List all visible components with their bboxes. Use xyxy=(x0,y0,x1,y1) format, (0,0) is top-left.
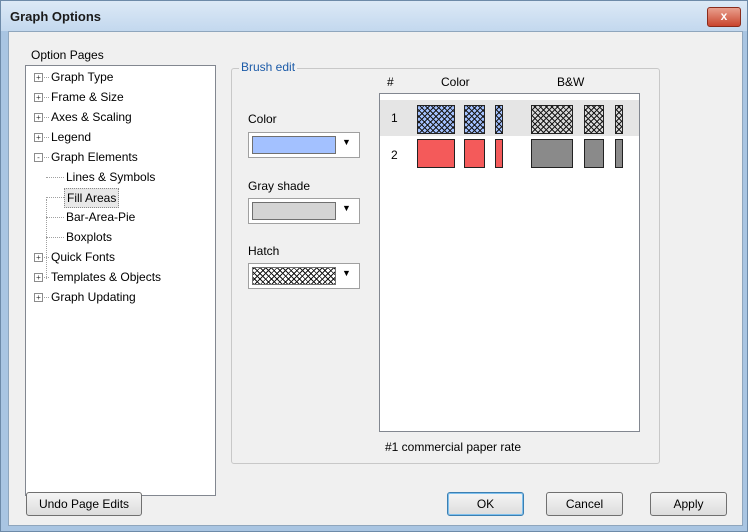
tree-item-label: Axes & Scaling xyxy=(51,110,132,124)
swatch-bw-small xyxy=(615,105,623,134)
tree-expander-icon[interactable]: + xyxy=(34,73,43,82)
swatch-color-large xyxy=(417,139,455,168)
swatch-color-small xyxy=(495,139,503,168)
chevron-down-icon[interactable]: ▼ xyxy=(342,203,351,213)
swatch-bw-small xyxy=(615,139,623,168)
tree-item-label: Lines & Symbols xyxy=(66,170,156,184)
swatch-bw-large xyxy=(531,105,573,134)
tree-item-label: Quick Fonts xyxy=(51,250,116,264)
tree-connector xyxy=(46,199,47,279)
swatch-color-medium xyxy=(464,105,485,134)
swatch-color-large xyxy=(417,105,455,134)
swatch-bw-medium xyxy=(584,105,604,134)
tree-expander-icon[interactable]: - xyxy=(34,153,43,162)
tree-item-label-selected: Fill Areas xyxy=(64,188,120,208)
tree-item-label: Boxplots xyxy=(66,230,113,244)
option-pages-tree[interactable]: + Graph Type + Frame & Size + Axes & Sca… xyxy=(25,65,216,496)
color-label: Color xyxy=(248,112,277,126)
preview-row-number: 2 xyxy=(391,148,398,162)
tree-item-label: Graph Updating xyxy=(51,290,136,304)
tree-item-label: Graph Elements xyxy=(51,150,138,164)
hatch-dropdown[interactable]: ▼ xyxy=(248,263,360,289)
hatch-swatch xyxy=(252,267,336,285)
color-dropdown[interactable]: ▼ xyxy=(248,132,360,158)
dialog-body: Option Pages + Graph Type + Frame & Size… xyxy=(8,31,743,526)
gray-shade-label: Gray shade xyxy=(248,179,311,193)
cancel-button[interactable]: Cancel xyxy=(546,492,623,516)
series-caption: #1 commercial paper rate xyxy=(385,440,522,454)
tree-expander-icon[interactable]: + xyxy=(34,273,43,282)
apply-button[interactable]: Apply xyxy=(650,492,727,516)
tree-item-label: Legend xyxy=(51,130,92,144)
tree-item-label: Graph Type xyxy=(51,70,114,84)
hatch-label: Hatch xyxy=(248,244,280,258)
undo-page-edits-button[interactable]: Undo Page Edits xyxy=(26,492,142,516)
tree-expander-icon[interactable]: + xyxy=(34,113,43,122)
tree-expander-icon[interactable]: + xyxy=(34,133,43,142)
swatch-color-medium xyxy=(464,139,485,168)
preview-col-color: Color xyxy=(441,75,470,89)
color-swatch xyxy=(252,136,336,154)
option-pages-label: Option Pages xyxy=(31,48,104,62)
close-icon: x xyxy=(720,9,728,23)
gray-shade-dropdown[interactable]: ▼ xyxy=(248,198,360,224)
chevron-down-icon[interactable]: ▼ xyxy=(342,268,351,278)
close-button[interactable]: x xyxy=(707,7,741,27)
preview-col-number: # xyxy=(387,75,394,89)
tree-item-label: Frame & Size xyxy=(51,90,124,104)
preview-col-bw: B&W xyxy=(557,75,585,89)
tree-expander-icon[interactable]: + xyxy=(34,253,43,262)
window-title: Graph Options xyxy=(10,9,101,24)
title-bar[interactable]: Graph Options x xyxy=(1,1,747,31)
tree-item-label: Templates & Objects xyxy=(51,270,162,284)
swatch-bw-large xyxy=(531,139,573,168)
ok-button[interactable]: OK xyxy=(447,492,524,516)
tree-expander-icon[interactable]: + xyxy=(34,293,43,302)
swatch-bw-medium xyxy=(584,139,604,168)
brush-preview-list[interactable]: 1 2 xyxy=(379,93,640,432)
tree-expander-icon[interactable]: + xyxy=(34,93,43,102)
gray-shade-swatch xyxy=(252,202,336,220)
swatch-color-small xyxy=(495,105,503,134)
chevron-down-icon[interactable]: ▼ xyxy=(342,137,351,147)
preview-row-number: 1 xyxy=(391,111,398,125)
tree-item-label: Bar-Area-Pie xyxy=(66,210,136,224)
brush-edit-title: Brush edit xyxy=(239,60,298,74)
graph-options-dialog: Graph Options x Option Pages + Graph Typ… xyxy=(0,0,748,532)
